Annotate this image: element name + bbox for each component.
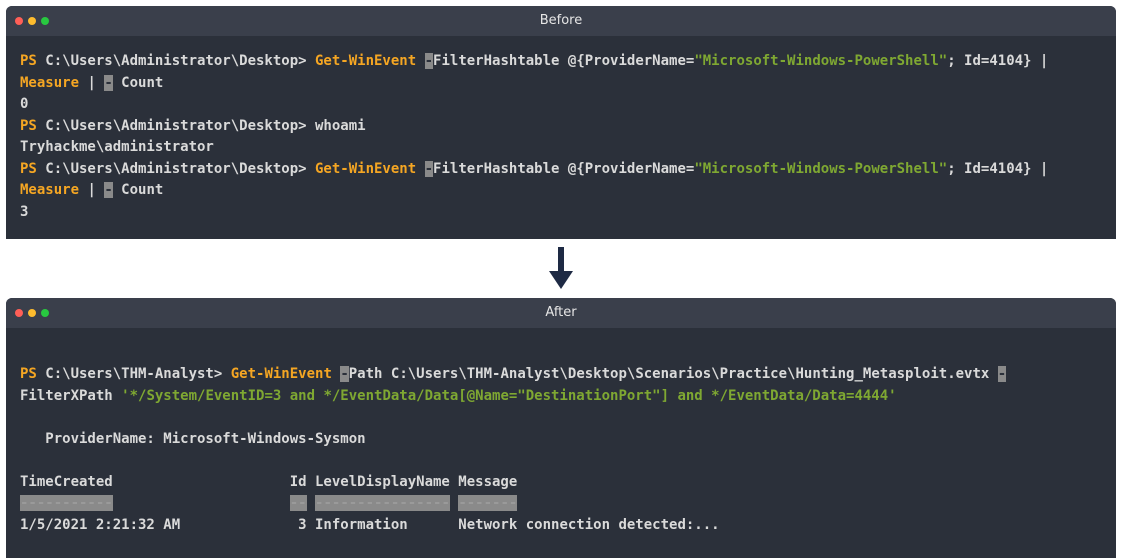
window-title: Before: [539, 13, 583, 28]
terminal-line: 0: [20, 96, 29, 112]
terminal-line: Measure | - Count: [20, 74, 164, 91]
terminal-window-after: After PS C:\Users\THM-Analyst> Get-WinEv…: [6, 298, 1116, 558]
terminal-line: ProviderName: Microsoft-Windows-Sysmon: [20, 430, 366, 447]
table-header: TimeCreated Id LevelDisplayName Message: [20, 473, 518, 490]
terminal-line: Tryhackme\administrator: [20, 139, 214, 155]
table-row[interactable]: 1/5/2021 2:21:32 AM 3 Information Networ…: [20, 515, 1102, 537]
terminal-line: PS C:\Users\THM-Analyst> Get-WinEvent -P…: [20, 366, 1007, 382]
terminal-line: PS C:\Users\Administrator\Desktop> Get-W…: [20, 160, 1049, 177]
terminal-line: Measure | - Count: [20, 182, 164, 198]
terminal-line: FilterXPath '*/System/EventID=3 and */Ev…: [20, 387, 897, 404]
terminal-line: 3: [20, 203, 29, 220]
table-divider: ----------- -- ---------------- -------: [20, 495, 518, 511]
terminal-line: PS C:\Users\Administrator\Desktop> Get-W…: [20, 53, 1049, 69]
window-title: After: [545, 305, 577, 320]
titlebar-after: After: [6, 298, 1116, 328]
arrow-down-icon: [549, 247, 573, 289]
titlebar-before: Before: [6, 6, 1116, 36]
terminal-output-after[interactable]: PS C:\Users\THM-Analyst> Get-WinEvent -P…: [20, 364, 1102, 536]
terminal-line: PS C:\Users\Administrator\Desktop> whoam…: [20, 117, 366, 134]
terminal-output-before[interactable]: PS C:\Users\Administrator\Desktop> Get-W…: [20, 51, 1102, 223]
terminal-window-before: Before PS C:\Users\Administrator\Desktop…: [6, 6, 1116, 239]
